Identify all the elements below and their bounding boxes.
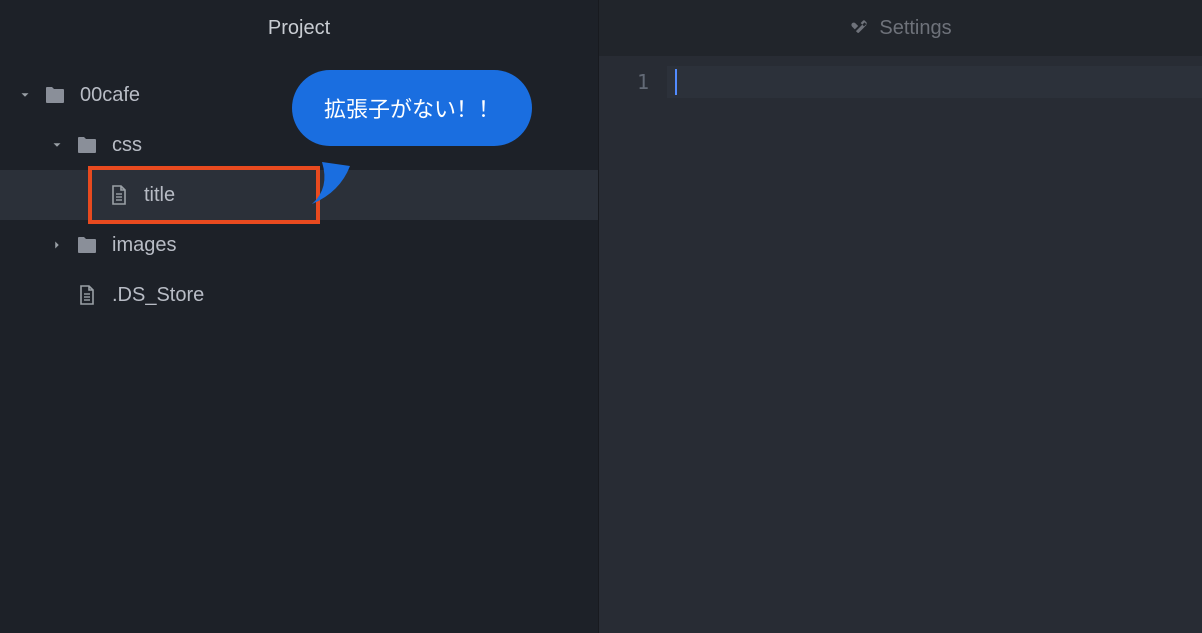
tools-icon: [849, 18, 869, 38]
folder-label: 00cafe: [80, 84, 140, 107]
settings-tab[interactable]: Settings: [849, 17, 951, 40]
sidebar-title: Project: [0, 0, 598, 56]
file-icon: [74, 282, 100, 308]
editor-line[interactable]: [667, 66, 1202, 98]
chevron-down-icon[interactable]: [46, 134, 68, 156]
file-label: .DS_Store: [112, 284, 204, 307]
line-number: 1: [599, 66, 649, 98]
folder-icon: [42, 82, 68, 108]
chevron-right-icon[interactable]: [46, 234, 68, 256]
tree-file-dsstore[interactable]: .DS_Store: [0, 270, 598, 320]
text-cursor: [675, 69, 677, 95]
folder-label: images: [112, 234, 176, 257]
editor-content[interactable]: [667, 56, 1202, 633]
annotation-text: 拡張子がない！！: [324, 97, 500, 122]
file-icon: [106, 182, 132, 208]
folder-icon: [74, 232, 100, 258]
folder-label: css: [112, 134, 142, 157]
editor-body: 1: [599, 56, 1202, 633]
tree-folder-images[interactable]: images: [0, 220, 598, 270]
editor-panel: Settings 1: [598, 0, 1202, 633]
editor-gutter: 1: [599, 56, 667, 633]
tab-label: Settings: [879, 17, 951, 40]
annotation-speech-bubble: 拡張子がない！！: [292, 70, 532, 146]
tree-file-title[interactable]: title: [0, 170, 598, 220]
editor-tab-bar: Settings: [599, 0, 1202, 56]
chevron-down-icon[interactable]: [14, 84, 36, 106]
file-label: title: [144, 184, 175, 207]
folder-icon: [74, 132, 100, 158]
sidebar-title-text: Project: [268, 17, 330, 40]
